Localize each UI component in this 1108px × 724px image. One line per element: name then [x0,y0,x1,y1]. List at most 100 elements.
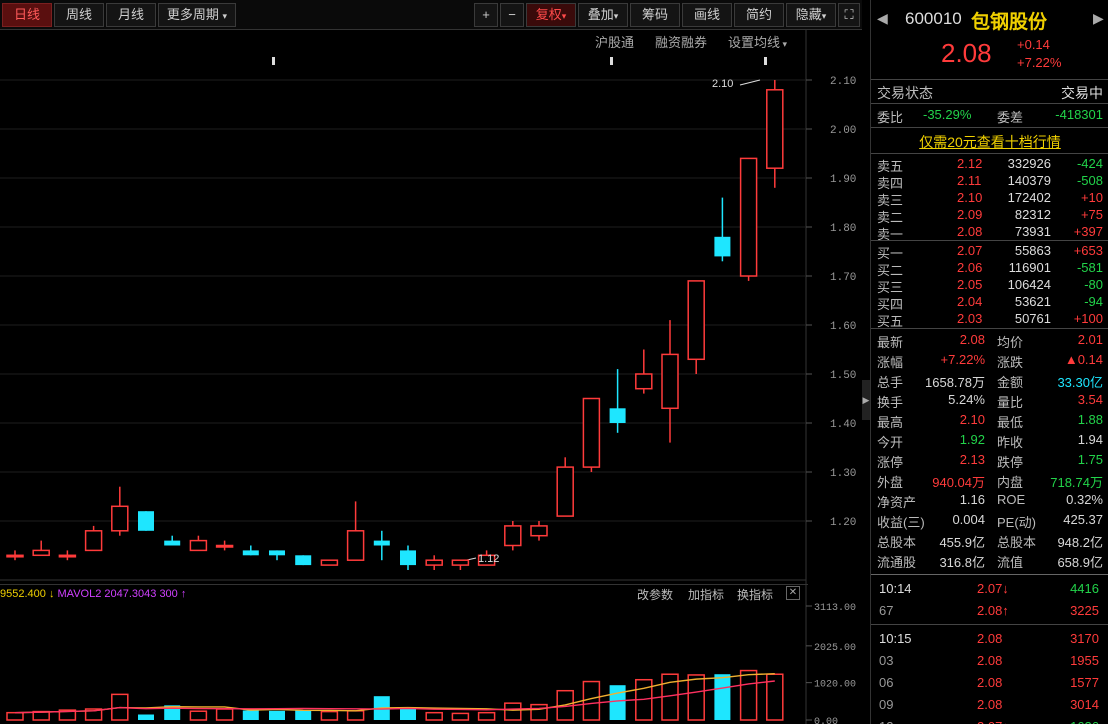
stat-value: 2.01 [1077,332,1103,347]
low-annotation: 1.12 [478,553,500,565]
sell-order-row: 卖二 2.09 82312 +75 [871,207,1108,225]
stat-value: 1.16 [959,492,985,507]
candle [58,550,77,561]
sell-order-row: 卖一 2.08 73931 +397 [871,224,1108,242]
buy-order-row: 买一 2.07 55863 +653 [871,243,1108,261]
stat-row: 换手 5.24% 量比 3.54 [871,392,1108,410]
stat-row: 收益(三) 0.004 PE(动) 425.37 [871,512,1108,530]
candle [295,555,312,566]
tick-volume: 1577 [1070,675,1099,690]
candle-body [111,505,129,532]
order-volume: 53621 [1014,294,1051,309]
tick-price: 2.07↓ [977,581,1009,596]
candle-body [295,555,312,566]
volume-bar [714,674,731,720]
weicha-value: -418301 [1055,107,1103,122]
price-tick-label: 1.80 [830,223,856,235]
candle-body [530,525,548,537]
candle [6,550,24,561]
candle [164,535,181,546]
collapse-panel-handle[interactable]: ▶ [862,380,870,420]
stat-value: 0.32% [1066,492,1103,507]
order-price: 2.07 [957,243,983,258]
next-stock-icon[interactable]: ▶ [1093,10,1104,27]
candle [242,545,259,556]
tick-row: 67 2.08↑ 3225 [871,603,1108,620]
candle-body [739,157,758,277]
candle-body [6,554,24,558]
candle-body [687,280,705,361]
close-icon[interactable]: ✕ [786,586,800,600]
candle-body [766,89,784,169]
order-price: 2.04 [957,294,983,309]
volume-bar [6,711,24,721]
candle-body [242,550,259,556]
sell-order-row: 卖三 2.10 172402 +10 [871,190,1108,208]
order-volume: 55863 [1014,243,1051,258]
price-tick-label: 1.90 [830,174,856,186]
sell-order-row: 卖四 2.11 140379 -508 [871,173,1108,191]
stat-value: 0.004 [952,512,985,527]
volume-bar [530,703,548,721]
stat-label: 流通股 [877,555,917,570]
volume-bars [6,669,784,721]
stat-value: 1.92 [959,432,985,447]
order-change: -94 [1084,294,1103,309]
candle-body [661,353,679,410]
candle [32,540,50,557]
stat-label: 最新 [877,335,904,350]
stat-label: 总手 [877,375,904,390]
volume-ma-lines [14,672,775,714]
tick-row: 09 2.08 3014 [871,697,1108,714]
candle [530,521,548,541]
vol-tick-label: 3113.00 [814,603,856,614]
sell-order-row: 卖五 2.12 332926 -424 [871,156,1108,174]
stat-label: 外盘 [877,475,904,490]
stat-value: 3.54 [1077,392,1103,407]
candlestick-chart[interactable]: 2.10 2.00 1.90 1.80 1.70 1.60 1.50 1.40 1.30 1.20… [0,0,862,724]
volume-bar [739,669,758,721]
order-volume: 50761 [1014,311,1051,326]
prev-stock-icon[interactable]: ◀ [877,10,888,27]
promo-link[interactable]: 仅需20元查看十档行情 [871,132,1108,152]
tick-row: 06 2.08 1577 [871,675,1108,692]
params-button[interactable]: 改参数 [637,586,673,603]
tick-volume: 3014 [1070,697,1099,712]
tick-price: 2.08↑ [977,603,1009,618]
current-price: 2.08 [941,38,992,68]
marker-tick [272,57,275,65]
stat-value: +7.22% [940,352,985,367]
order-price: 2.12 [957,156,983,171]
marker-tick [764,57,767,65]
candle [400,545,416,570]
price-tick-label: 2.10 [830,76,856,88]
vol-tick-label: 1020.00 [814,680,856,691]
volume-bar [215,708,234,721]
stat-label: 总股本 [997,535,1037,550]
switch-indicator-button[interactable]: 换指标 [737,586,773,603]
buy-order-row: 买三 2.05 106424 -80 [871,277,1108,295]
order-change: +75 [1080,207,1103,222]
order-volume: 172402 [1007,190,1051,205]
volume-bar [138,714,154,720]
gridlines [0,30,807,724]
marker-tick [610,57,613,65]
tick-time: 09 [879,697,894,712]
tick-time: 12 [879,719,893,724]
price-change: +0.14 [1017,37,1050,52]
add-indicator-button[interactable]: 加指标 [688,586,724,603]
stat-label: 均价 [997,335,1024,350]
candle-body [635,373,653,390]
candle-body [346,530,365,561]
candle-body [164,540,181,546]
stat-label: 最低 [997,415,1024,430]
order-price: 2.11 [957,173,982,188]
volume-header: 9552.400 ↓ MAVOL2 2047.3043 300 ↑ [0,584,808,604]
candle-body [269,550,285,556]
stock-name: 包钢股份 [971,12,1048,33]
candle [189,535,208,552]
weibi-value: -35.29% [923,107,972,122]
stat-value: 718.74万 [1050,475,1103,490]
weicha-label: 委差 [997,110,1024,125]
order-price: 2.09 [957,207,983,222]
